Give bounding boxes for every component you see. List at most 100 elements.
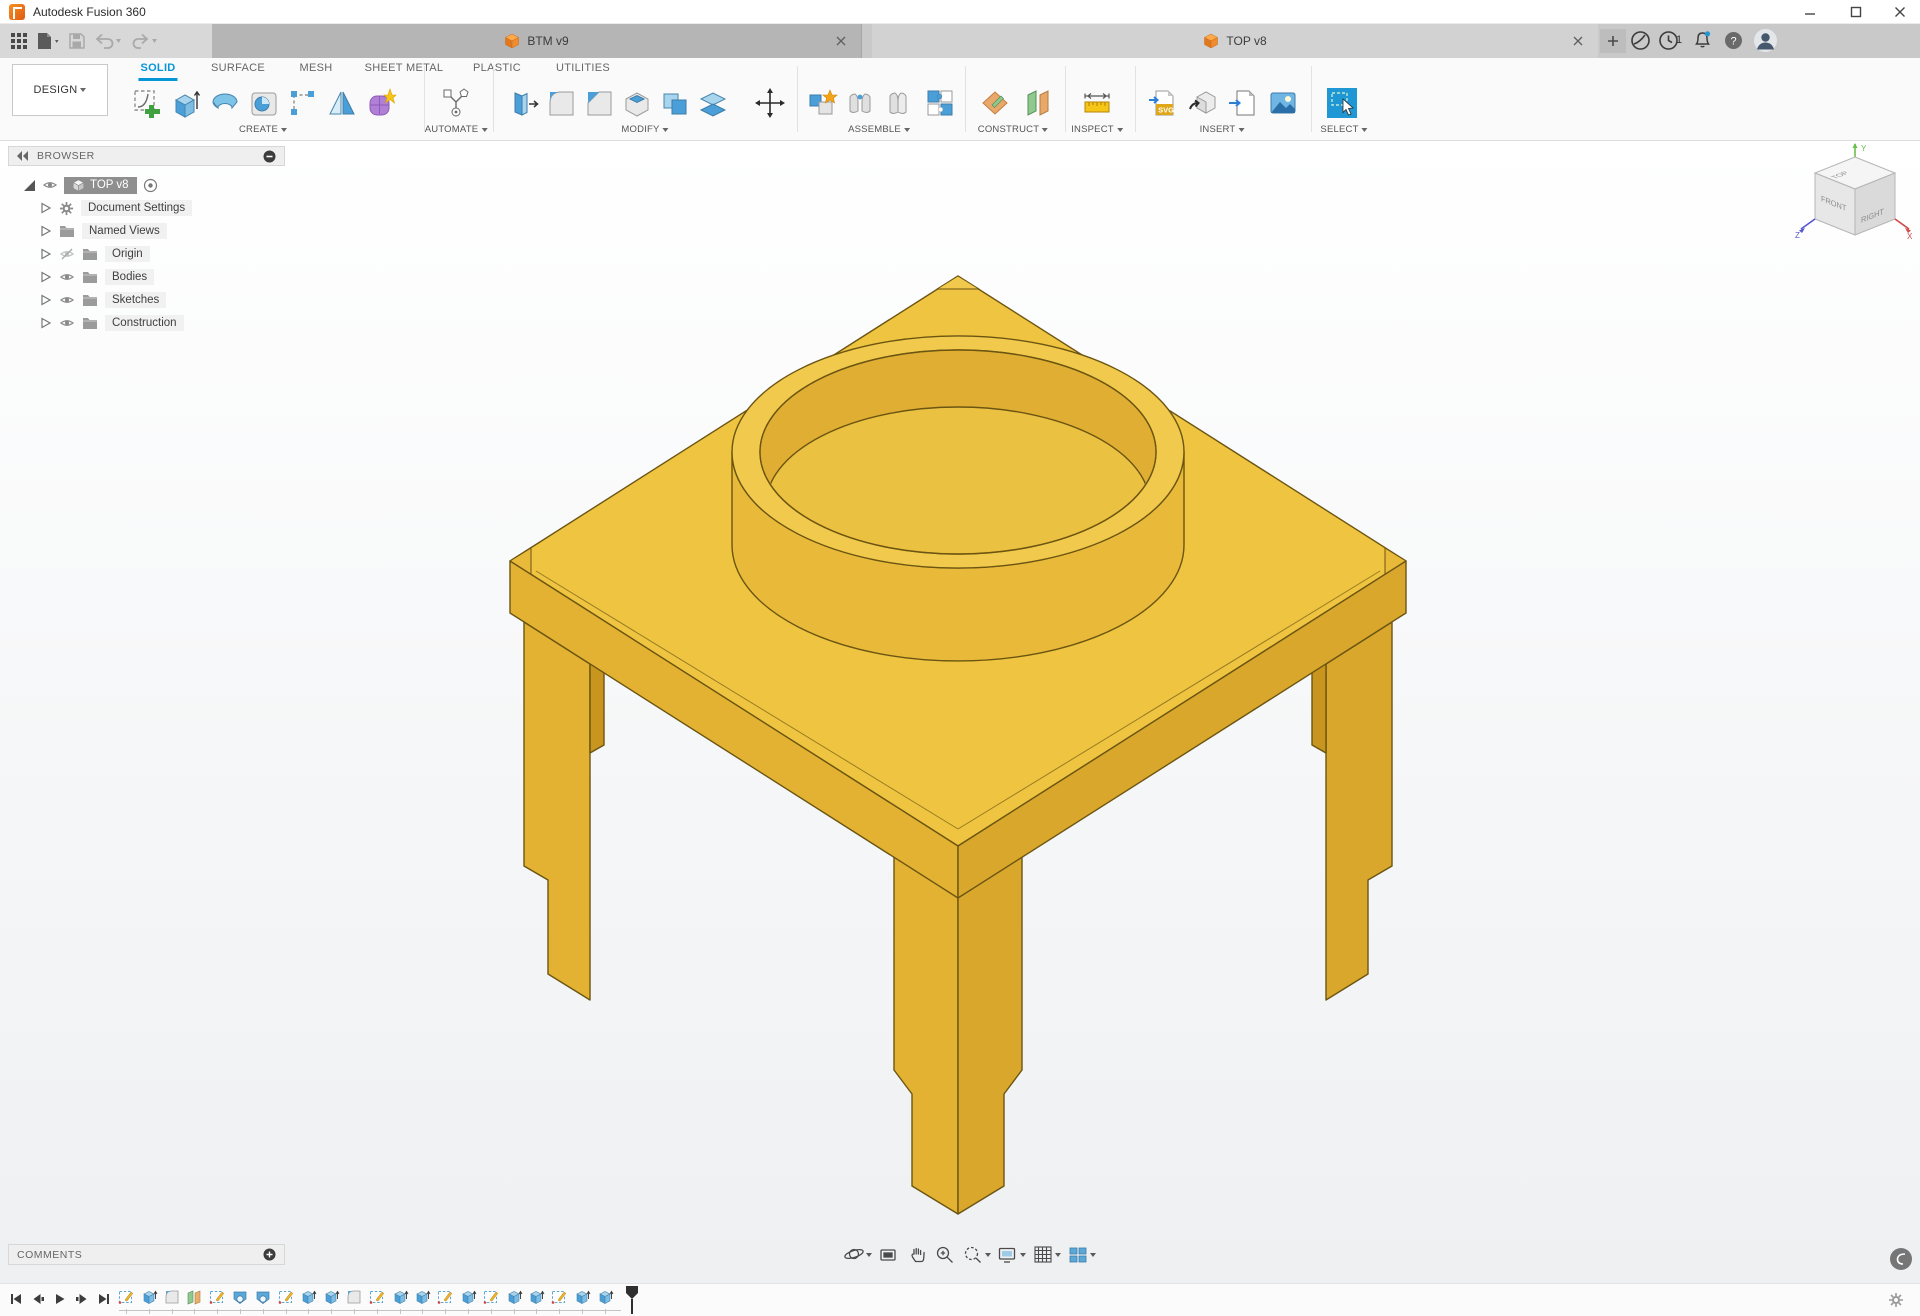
grid-button[interactable] xyxy=(1032,1244,1061,1266)
extrude-feature-icon[interactable] xyxy=(322,1288,340,1306)
document-tab-btm[interactable]: BTM v9 xyxy=(212,24,862,58)
close-button[interactable] xyxy=(1880,0,1920,24)
visibility-eye-icon[interactable] xyxy=(42,177,58,193)
sketch-feature-icon[interactable] xyxy=(117,1288,135,1306)
extrude-feature-icon[interactable] xyxy=(140,1288,158,1306)
browser-root-row[interactable]: TOP v8 xyxy=(22,174,158,196)
visibility-off-eye-icon[interactable] xyxy=(59,246,75,262)
expand-icon[interactable] xyxy=(38,270,52,284)
visibility-eye-icon[interactable] xyxy=(59,292,75,308)
group-label-automate[interactable]: AUTOMATE xyxy=(425,124,488,135)
go-to-start-button[interactable] xyxy=(8,1291,24,1307)
ribbon-tab-mesh[interactable]: MESH xyxy=(298,58,335,78)
step-back-button[interactable] xyxy=(30,1291,46,1307)
extensions-button[interactable] xyxy=(1630,30,1651,56)
extrude-feature-icon[interactable] xyxy=(573,1288,591,1306)
extrude-feature-icon[interactable] xyxy=(505,1288,523,1306)
extrude-feature-icon[interactable] xyxy=(299,1288,317,1306)
press-pull-button[interactable] xyxy=(507,87,539,119)
fillet-button[interactable] xyxy=(545,87,577,119)
revolve-button[interactable] xyxy=(209,87,241,119)
save-button[interactable] xyxy=(68,32,86,50)
expand-icon[interactable] xyxy=(38,316,52,330)
user-avatar[interactable] xyxy=(1753,28,1778,58)
sketch-feature-icon[interactable] xyxy=(550,1288,568,1306)
file-menu-button[interactable] xyxy=(36,32,60,50)
extrude-feature-icon[interactable] xyxy=(596,1288,614,1306)
insert-svg-button[interactable]: SVG xyxy=(1147,87,1179,119)
canvas-button[interactable] xyxy=(1267,87,1299,119)
hole-feature-icon[interactable] xyxy=(254,1288,272,1306)
as-built-joint-button[interactable] xyxy=(882,87,914,119)
ribbon-tab-plastic[interactable]: PLASTIC xyxy=(471,58,523,78)
orbit-button[interactable] xyxy=(843,1244,872,1266)
play-button[interactable] xyxy=(52,1291,68,1307)
hide-panel-icon[interactable] xyxy=(263,150,276,163)
pan-button[interactable] xyxy=(906,1244,928,1266)
sketch-feature-icon[interactable] xyxy=(208,1288,226,1306)
visibility-eye-icon[interactable] xyxy=(59,315,75,331)
browser-item-construction[interactable]: Construction xyxy=(38,312,184,334)
activate-component-radio[interactable] xyxy=(143,178,158,193)
select-button[interactable] xyxy=(1326,87,1358,119)
combine-button[interactable] xyxy=(659,87,691,119)
timeline-settings-gear-icon[interactable] xyxy=(1888,1292,1904,1308)
workspace-selector[interactable]: DESIGN xyxy=(12,64,108,116)
assistant-button[interactable] xyxy=(1890,1248,1912,1270)
display-settings-button[interactable] xyxy=(997,1244,1026,1266)
browser-item-named-views[interactable]: Named Views xyxy=(38,220,167,242)
group-label-insert[interactable]: INSERT xyxy=(1200,124,1245,135)
insert-mesh-button[interactable] xyxy=(1187,87,1219,119)
expand-collapse-icon[interactable] xyxy=(22,178,36,192)
mirror-button[interactable] xyxy=(326,87,358,119)
help-button[interactable]: ? xyxy=(1723,30,1744,56)
timeline-marker[interactable] xyxy=(625,1285,639,1315)
extrude-feature-icon[interactable] xyxy=(459,1288,477,1306)
extrude-feature-icon[interactable] xyxy=(527,1288,545,1306)
offset-plane-button[interactable] xyxy=(1021,87,1053,119)
model-viewport[interactable]: BROWSER TOP v8 Document Settings Named V… xyxy=(0,141,1920,1283)
root-component[interactable]: TOP v8 xyxy=(64,177,137,194)
group-label-inspect[interactable]: INSPECT xyxy=(1071,124,1123,135)
fillet-feature-icon[interactable] xyxy=(163,1288,181,1306)
joint-button[interactable] xyxy=(844,87,876,119)
model-body[interactable] xyxy=(0,141,1920,1283)
hole-button[interactable] xyxy=(248,87,280,119)
minimize-button[interactable] xyxy=(1790,0,1830,24)
fillet-feature-icon[interactable] xyxy=(345,1288,363,1306)
app-grid-button[interactable] xyxy=(10,32,28,50)
configure-button[interactable] xyxy=(440,87,472,119)
browser-header[interactable]: BROWSER xyxy=(8,146,285,166)
move-button[interactable] xyxy=(754,87,786,119)
viewports-button[interactable] xyxy=(1067,1244,1096,1266)
look-at-button[interactable] xyxy=(878,1244,900,1266)
browser-item-sketches[interactable]: Sketches xyxy=(38,289,166,311)
add-comment-icon[interactable] xyxy=(263,1248,276,1261)
sketch-feature-icon[interactable] xyxy=(277,1288,295,1306)
browser-item-bodies[interactable]: Bodies xyxy=(38,266,154,288)
expand-icon[interactable] xyxy=(38,247,52,261)
document-tab-top[interactable]: TOP v8 xyxy=(872,24,1598,58)
measure-button[interactable] xyxy=(1081,87,1113,119)
ribbon-tab-sheet-metal[interactable]: SHEET METAL xyxy=(363,58,446,78)
step-forward-button[interactable] xyxy=(74,1291,90,1307)
group-label-modify[interactable]: MODIFY xyxy=(621,124,668,135)
extrude-feature-icon[interactable] xyxy=(413,1288,431,1306)
ribbon-tab-utilities[interactable]: UTILITIES xyxy=(554,58,612,78)
new-component-button[interactable] xyxy=(806,87,838,119)
form-button[interactable] xyxy=(365,87,397,119)
split-body-button[interactable] xyxy=(697,87,729,119)
go-to-end-button[interactable] xyxy=(96,1291,112,1307)
browser-item-document-settings[interactable]: Document Settings xyxy=(38,197,192,219)
fit-button[interactable] xyxy=(962,1244,991,1266)
expand-icon[interactable] xyxy=(38,224,52,238)
sketch-feature-icon[interactable] xyxy=(482,1288,500,1306)
group-label-construct[interactable]: CONSTRUCT xyxy=(978,124,1048,135)
group-label-select[interactable]: SELECT xyxy=(1320,124,1367,135)
sketch-feature-icon[interactable] xyxy=(436,1288,454,1306)
group-label-create[interactable]: CREATE xyxy=(239,124,287,135)
redo-button[interactable] xyxy=(130,32,158,50)
expand-icon[interactable] xyxy=(38,201,52,215)
construct-plane-button[interactable] xyxy=(979,87,1011,119)
expand-icon[interactable] xyxy=(38,293,52,307)
